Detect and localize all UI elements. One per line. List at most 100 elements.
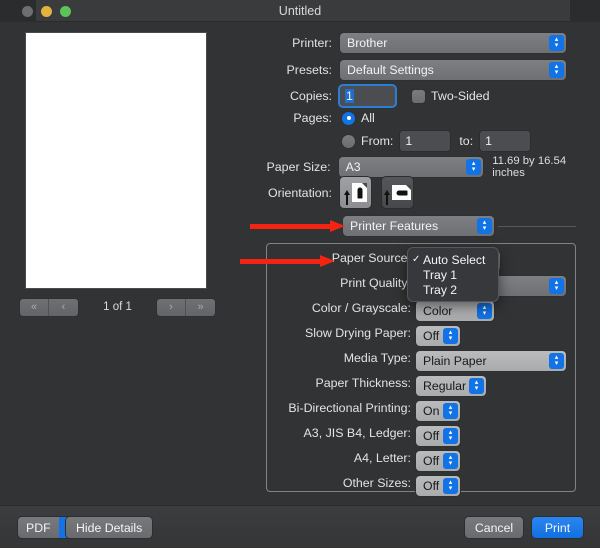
feature-select[interactable]: Off ▴ ▾ <box>416 451 460 471</box>
chevron-updown-icon: ▴▾ <box>549 35 564 51</box>
menu-item-label: Tray 1 <box>423 267 458 282</box>
pagination-back-group: « ‹ <box>20 298 78 316</box>
window-title: Untitled <box>278 4 322 18</box>
menu-item-tray-1[interactable]: Tray 1 <box>408 267 498 282</box>
pages-to-label: to: <box>459 134 474 148</box>
copies-label: Copies: <box>289 89 332 103</box>
paper-size-select-value: A3 <box>345 160 361 174</box>
pdf-button-label: PDF <box>18 517 59 538</box>
feature-label: Color / Grayscale: <box>311 301 411 315</box>
feature-label: Print Quality: <box>340 276 411 290</box>
pages-to-input[interactable]: 1 <box>480 131 531 151</box>
title-bar: Untitled <box>0 0 600 22</box>
pages-row-all: Pages: All <box>270 111 375 125</box>
hide-details-button[interactable]: Hide Details <box>66 517 153 538</box>
last-page-button[interactable]: » <box>186 298 215 316</box>
feature-row: A4, Letter: <box>276 451 411 465</box>
feature-label: Paper Thickness: <box>315 376 411 390</box>
feature-row: A3, JIS B4, Ledger: <box>276 426 411 440</box>
pagination-forward-group: › » <box>157 298 215 316</box>
orientation-portrait-button[interactable] <box>340 177 371 208</box>
paper-dimensions-label: 11.69 by 16.54 inches <box>492 155 567 179</box>
paper-source-dropdown-menu[interactable]: ✓ Auto Select Tray 1 Tray 2 <box>408 248 498 301</box>
menu-item-auto-select[interactable]: ✓ Auto Select <box>408 252 498 267</box>
chevron-updown-icon: ▴▾ <box>549 353 564 369</box>
feature-select-value: Off <box>423 479 440 493</box>
feature-select-value: On <box>423 404 440 418</box>
menu-item-label: Auto Select <box>423 252 486 267</box>
menu-item-label: Tray 2 <box>423 282 458 297</box>
feature-select[interactable]: Off ▴ ▾ <box>416 326 460 346</box>
paper-size-label: Paper Size: <box>266 160 331 174</box>
print-dialog-window: Untitled « ‹ 1 of 1 › » Printer: Brother… <box>0 0 600 548</box>
next-page-button[interactable]: › <box>157 298 186 316</box>
orientation-landscape-button[interactable] <box>382 177 413 208</box>
feature-select-value: Plain Paper <box>423 354 487 368</box>
chevron-updown-icon: ▴▾ <box>443 478 458 494</box>
copies-row: Copies: 1 Two-Sided <box>270 86 490 106</box>
menu-item-tray-2[interactable]: Tray 2 <box>408 282 498 297</box>
close-button-icon[interactable] <box>22 6 33 17</box>
pane-select-value: Printer Features <box>350 219 439 233</box>
pages-row-range: From: 1 to: 1 <box>270 131 531 151</box>
feature-row: Paper Thickness: <box>276 376 411 390</box>
feature-row: Media Type: <box>276 351 411 365</box>
presets-select-value: Default Settings <box>347 63 434 77</box>
portrait-page-icon <box>352 183 367 202</box>
feature-row: Color / Grayscale: <box>276 301 411 315</box>
pane-separator-line <box>498 226 576 227</box>
printer-row: Printer: Brother ▴ ▾ <box>270 33 576 53</box>
chevron-updown-icon: ▴▾ <box>443 328 458 344</box>
chevron-updown-icon: ▴▾ <box>443 403 458 419</box>
cancel-button[interactable]: Cancel <box>465 517 523 538</box>
feature-row: Other Sizes: <box>276 476 411 490</box>
chevron-updown-icon: ▴▾ <box>477 303 492 319</box>
copies-input-value: 1 <box>345 89 354 103</box>
first-page-button[interactable]: « <box>20 298 49 316</box>
feature-select[interactable]: Color ▴ ▾ <box>416 301 494 321</box>
minimize-button-icon[interactable] <box>41 6 52 17</box>
two-sided-checkbox[interactable] <box>412 89 425 103</box>
pages-range-radio[interactable] <box>342 134 355 148</box>
chevron-updown-icon: ▴▾ <box>466 159 482 175</box>
presets-select[interactable]: Default Settings ▴ ▾ <box>340 60 566 80</box>
print-button[interactable]: Print <box>532 517 583 538</box>
printer-select-value: Brother <box>347 36 388 50</box>
feature-label: A4, Letter: <box>353 451 411 465</box>
pane-select-printer-features[interactable]: Printer Features ▴ ▾ <box>343 216 494 236</box>
maximize-button-icon[interactable] <box>60 6 71 17</box>
feature-select-value: Off <box>423 429 440 443</box>
presets-row: Presets: Default Settings ▴ ▾ <box>270 60 576 80</box>
feature-select-value: Regular <box>423 379 467 393</box>
pages-all-label: All <box>361 111 375 125</box>
feature-row: Bi-Directional Printing: <box>276 401 411 415</box>
up-arrow-icon <box>344 190 350 205</box>
feature-select-value: Color <box>423 304 453 318</box>
feature-select[interactable]: Off ▴ ▾ <box>416 426 460 446</box>
pages-all-radio[interactable] <box>342 111 355 125</box>
annotation-arrow-printer-features <box>250 220 345 232</box>
feature-label: A3, JIS B4, Ledger: <box>303 426 411 440</box>
traffic-lights <box>22 6 71 17</box>
copies-input[interactable]: 1 <box>340 86 395 106</box>
feature-select-value: Off <box>423 329 440 343</box>
pages-from-label: From: <box>361 134 394 148</box>
printer-label: Printer: <box>292 36 332 50</box>
feature-select[interactable]: Off ▴ ▾ <box>416 476 460 496</box>
chevron-updown-icon: ▴▾ <box>469 378 484 394</box>
feature-select[interactable]: Regular ▴ ▾ <box>416 376 486 396</box>
feature-label: Other Sizes: <box>342 476 411 490</box>
checkmark-icon: ✓ <box>412 254 421 265</box>
preview-pagination: « ‹ 1 of 1 › » <box>20 298 215 316</box>
paper-size-select[interactable]: A3 ▴ ▾ <box>338 157 484 177</box>
previous-page-button[interactable]: ‹ <box>49 298 78 316</box>
page-counter-label: 1 of 1 <box>103 301 132 313</box>
printer-select[interactable]: Brother ▴ ▾ <box>340 33 566 53</box>
feature-label: Slow Drying Paper: <box>304 326 411 340</box>
feature-select[interactable]: Plain Paper ▴ ▾ <box>416 351 566 371</box>
pages-from-input[interactable]: 1 <box>400 131 451 151</box>
bottom-toolbar: PDF ▾ Hide Details Cancel Print <box>0 505 600 548</box>
orientation-label: Orientation: <box>267 185 332 200</box>
feature-select[interactable]: On ▴ ▾ <box>416 401 460 421</box>
chevron-updown-icon: ▴▾ <box>549 62 564 78</box>
